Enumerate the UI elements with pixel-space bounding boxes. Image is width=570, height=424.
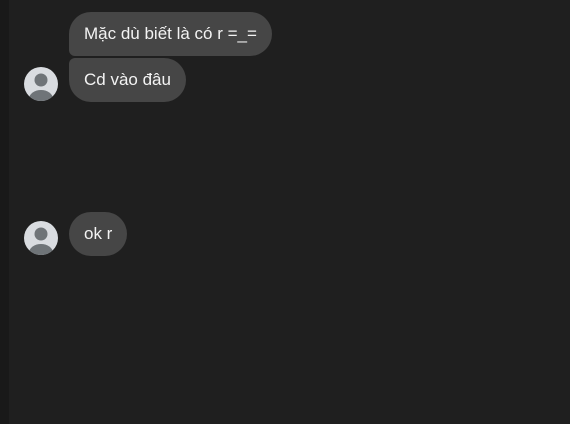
message-bubble[interactable]: Cd vào đâu	[69, 58, 186, 102]
chat-message-list[interactable]: Mặc dù biết là có r =_= Cd vào đâu ok r	[9, 0, 570, 424]
message-bubble[interactable]: ok r	[69, 212, 128, 256]
message-text: Mặc dù biết là có r =_=	[84, 24, 257, 43]
default-user-avatar-icon[interactable]	[24, 67, 58, 101]
message-bubble[interactable]: Mặc dù biết là có r =_=	[69, 12, 272, 56]
message-text: ok r	[84, 224, 113, 243]
default-user-avatar-icon[interactable]	[24, 221, 58, 255]
message-text: Cd vào đâu	[84, 70, 171, 89]
left-panel-edge	[0, 0, 9, 424]
